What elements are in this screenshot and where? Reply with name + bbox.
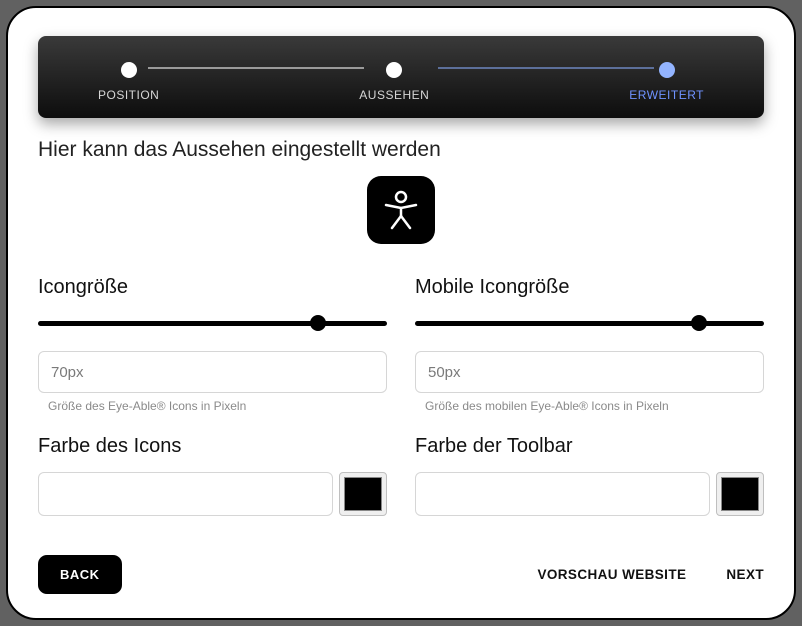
icon-size-slider[interactable] <box>38 313 387 333</box>
step-dot <box>386 62 402 78</box>
step-position[interactable]: POSITION <box>98 62 159 102</box>
slider-thumb[interactable] <box>310 315 326 331</box>
step-label: POSITION <box>98 88 159 102</box>
helper-text: Größe des Eye-Able® Icons in Pixeln <box>38 399 387 413</box>
field-mobile-icon-size: Mobile Icongröße Größe des mobilen Eye-A… <box>415 276 764 413</box>
settings-modal: POSITION AUSSEHEN ERWEITERT Hier kann da… <box>6 6 796 620</box>
form-grid: Icongröße Größe des Eye-Able® Icons in P… <box>38 276 764 516</box>
field-label: Farbe der Toolbar <box>415 435 764 458</box>
helper-text: Größe des mobilen Eye-Able® Icons in Pix… <box>415 399 764 413</box>
icon-color-swatch[interactable] <box>339 472 387 516</box>
toolbar-color-input[interactable] <box>415 472 710 516</box>
person-icon <box>379 188 423 232</box>
icon-preview <box>38 176 764 244</box>
field-icon-size: Icongröße Größe des Eye-Able® Icons in P… <box>38 276 387 413</box>
field-toolbar-color: Farbe der Toolbar <box>415 435 764 516</box>
field-label: Mobile Icongröße <box>415 276 764 299</box>
preview-website-button[interactable]: VORSCHAU WEBSITE <box>537 567 686 582</box>
step-aussehen[interactable]: AUSSEHEN <box>359 62 429 102</box>
field-label: Icongröße <box>38 276 387 299</box>
stepper-line-1 <box>148 67 364 69</box>
swatch-inner <box>344 477 382 511</box>
step-label: ERWEITERT <box>629 88 704 102</box>
stepper: POSITION AUSSEHEN ERWEITERT <box>38 36 764 118</box>
slider-track <box>415 321 764 326</box>
footer: BACK VORSCHAU WEBSITE NEXT <box>38 537 764 594</box>
stepper-line-2 <box>438 67 654 69</box>
mobile-icon-size-input[interactable] <box>415 351 764 393</box>
step-dot <box>121 62 137 78</box>
slider-thumb[interactable] <box>691 315 707 331</box>
next-button[interactable]: NEXT <box>726 567 764 582</box>
icon-color-input[interactable] <box>38 472 333 516</box>
back-button[interactable]: BACK <box>38 555 122 594</box>
field-label: Farbe des Icons <box>38 435 387 458</box>
footer-right: VORSCHAU WEBSITE NEXT <box>537 567 764 582</box>
toolbar-color-swatch[interactable] <box>716 472 764 516</box>
field-icon-color: Farbe des Icons <box>38 435 387 516</box>
icon-size-input[interactable] <box>38 351 387 393</box>
step-erweitert[interactable]: ERWEITERT <box>629 62 704 102</box>
swatch-inner <box>721 477 759 511</box>
accessibility-icon <box>367 176 435 244</box>
step-dot <box>659 62 675 78</box>
mobile-icon-size-slider[interactable] <box>415 313 764 333</box>
slider-track <box>38 321 387 326</box>
page-title: Hier kann das Aussehen eingestellt werde… <box>38 138 764 162</box>
step-label: AUSSEHEN <box>359 88 429 102</box>
